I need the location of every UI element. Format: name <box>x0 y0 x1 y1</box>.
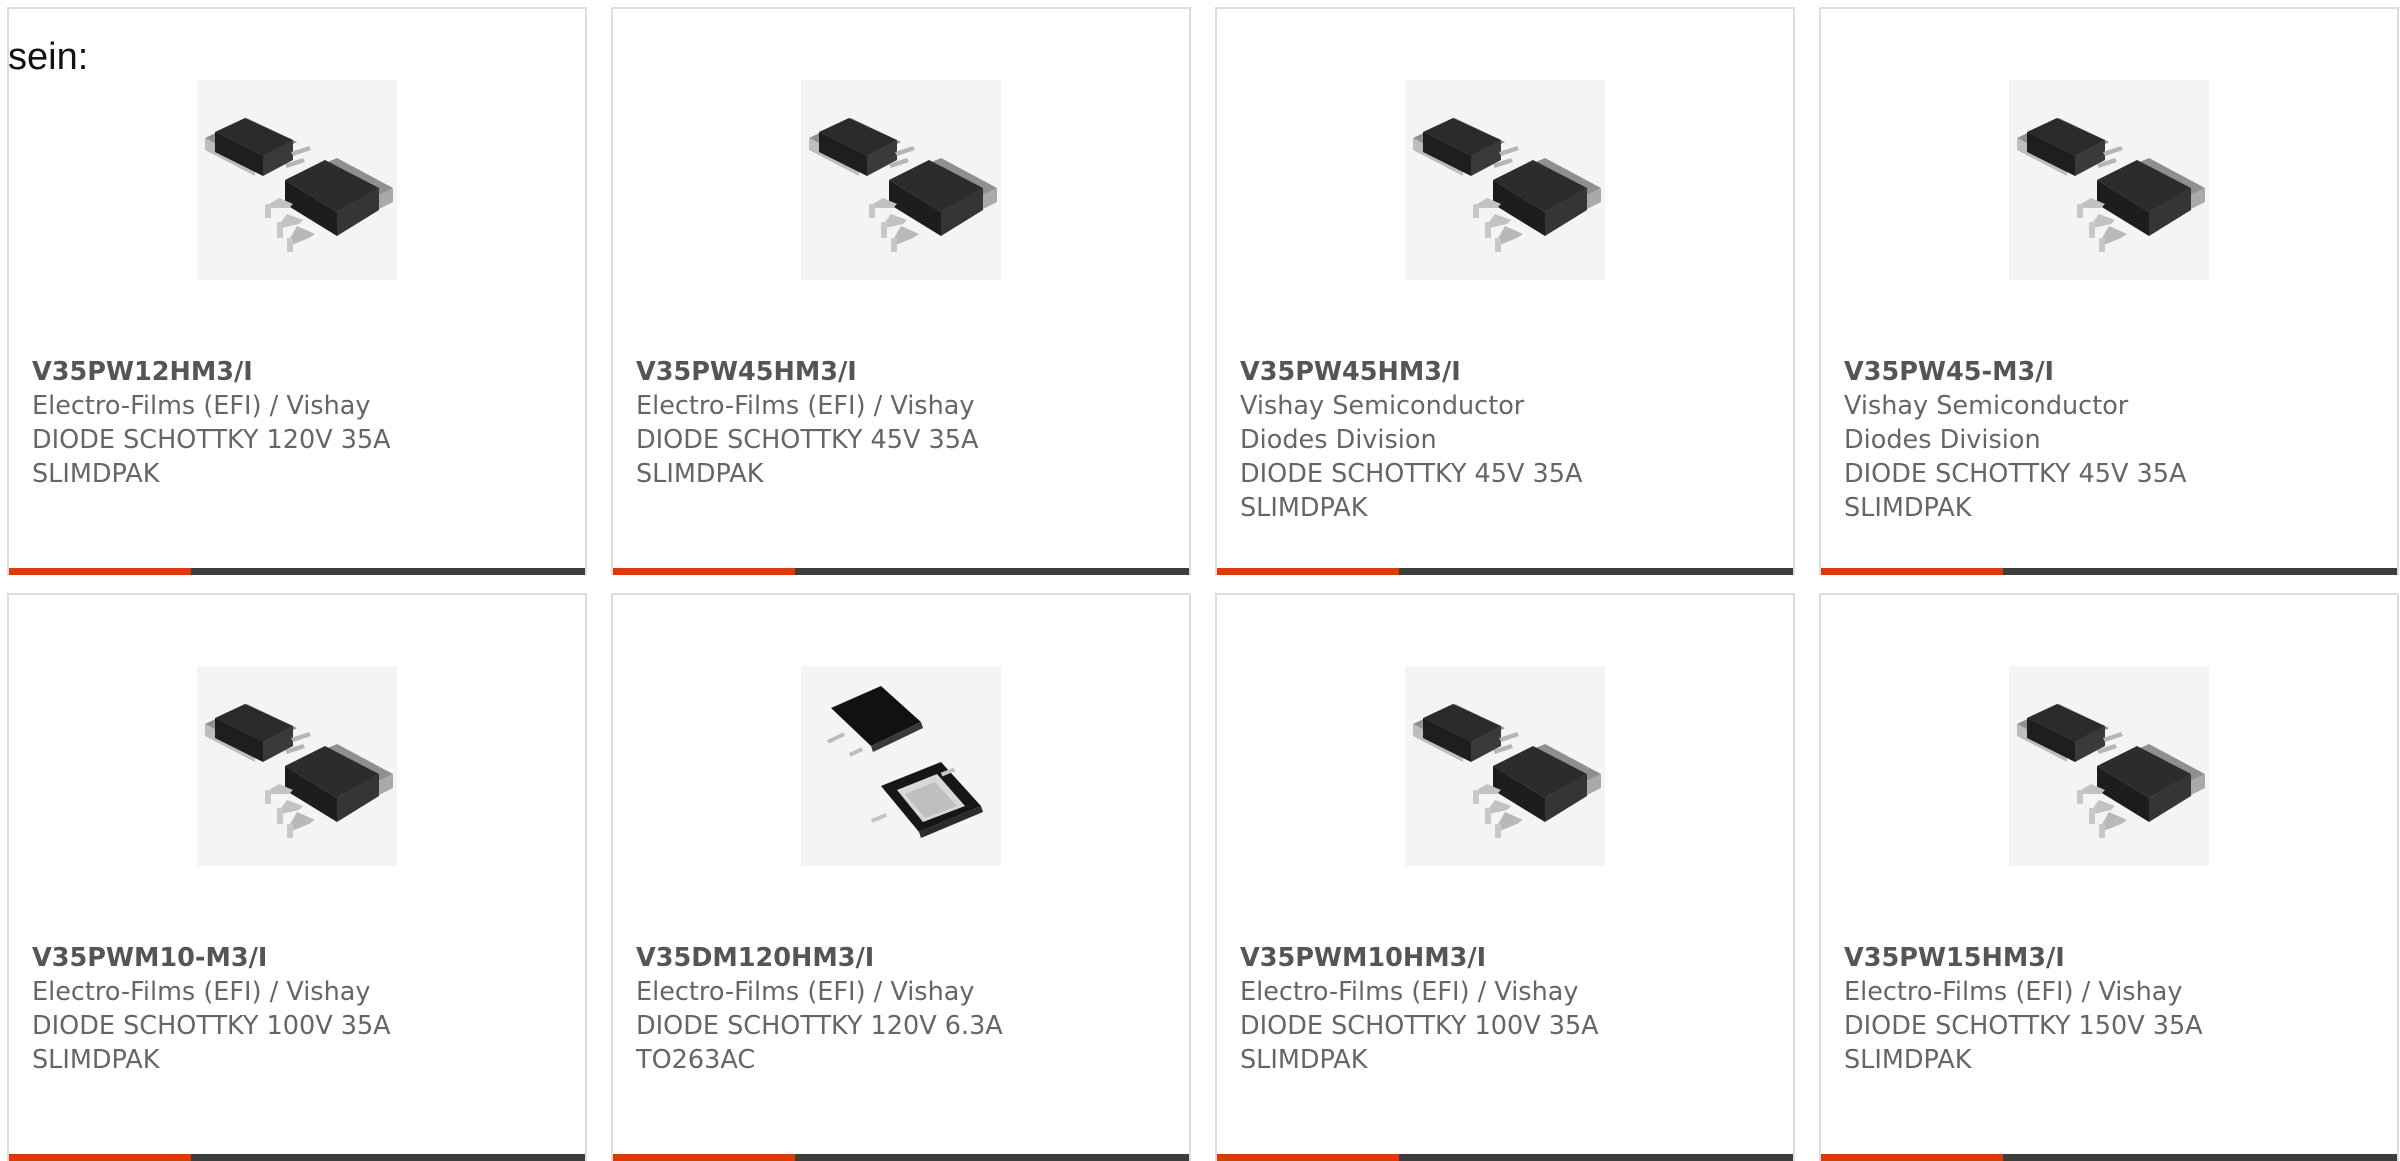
card-bottom-bar <box>613 1154 1189 1161</box>
package-text: SLIMDPAK <box>1844 1045 1972 1075</box>
card-accent-bar <box>613 1154 795 1161</box>
card-bottom-bar <box>9 568 585 575</box>
slimdpak-package-icon[interactable] <box>2009 80 2209 280</box>
intro-text: sein: <box>8 36 89 78</box>
product-card[interactable]: V35PW45-M3/I Vishay Semiconductor Diodes… <box>1819 7 2399 575</box>
part-number-link[interactable]: V35PWM10-M3/I <box>32 941 552 975</box>
package-text: SLIMDPAK <box>636 459 764 489</box>
product-card[interactable]: V35PWM10HM3/I Electro-Films (EFI) / Vish… <box>1215 593 1795 1161</box>
product-grid: V35PW12HM3/I Electro-Films (EFI) / Visha… <box>7 7 2400 1161</box>
package-text: TO263AC <box>636 1045 756 1075</box>
product-card[interactable]: V35PW12HM3/I Electro-Films (EFI) / Visha… <box>7 7 587 575</box>
part-number-link[interactable]: V35PW45-M3/I <box>1844 355 2364 389</box>
slimdpak-package-icon[interactable] <box>1405 666 1605 866</box>
slimdpak-package-icon[interactable] <box>197 80 397 280</box>
manufacturer-text: Electro-Films (EFI) / Vishay <box>32 977 371 1007</box>
description-text: DIODE SCHOTTKY 45V 35A <box>1844 459 2187 489</box>
description-text: DIODE SCHOTTKY 45V 35A <box>1240 459 1583 489</box>
to263ac-package-icon[interactable] <box>801 666 1001 866</box>
package-text: SLIMDPAK <box>32 1045 160 1075</box>
manufacturer-text: Vishay Semiconductor Diodes Division <box>1240 391 1525 455</box>
card-accent-bar <box>1217 1154 1399 1161</box>
manufacturer-text: Electro-Films (EFI) / Vishay <box>1240 977 1579 1007</box>
part-number-link[interactable]: V35PW45HM3/I <box>636 355 1156 389</box>
part-number-link[interactable]: V35PW12HM3/I <box>32 355 552 389</box>
description-text: DIODE SCHOTTKY 120V 35A <box>32 425 391 455</box>
package-text: SLIMDPAK <box>32 459 160 489</box>
card-accent-bar <box>9 1154 191 1161</box>
slimdpak-package-icon[interactable] <box>2009 666 2209 866</box>
part-number-link[interactable]: V35DM120HM3/I <box>636 941 1156 975</box>
product-info: V35PW15HM3/I Electro-Films (EFI) / Visha… <box>1844 941 2364 1077</box>
manufacturer-text: Electro-Films (EFI) / Vishay <box>1844 977 2183 1007</box>
product-card[interactable]: V35PW45HM3/I Vishay Semiconductor Diodes… <box>1215 7 1795 575</box>
product-card[interactable]: V35PW45HM3/I Electro-Films (EFI) / Visha… <box>611 7 1191 575</box>
description-text: DIODE SCHOTTKY 100V 35A <box>1240 1011 1599 1041</box>
product-card[interactable]: V35DM120HM3/I Electro-Films (EFI) / Vish… <box>611 593 1191 1161</box>
manufacturer-text: Electro-Films (EFI) / Vishay <box>636 977 975 1007</box>
part-number-link[interactable]: V35PWM10HM3/I <box>1240 941 1760 975</box>
description-text: DIODE SCHOTTKY 100V 35A <box>32 1011 391 1041</box>
package-text: SLIMDPAK <box>1240 493 1368 523</box>
description-text: DIODE SCHOTTKY 120V 6.3A <box>636 1011 1003 1041</box>
description-text: DIODE SCHOTTKY 150V 35A <box>1844 1011 2203 1041</box>
card-bottom-bar <box>1217 568 1793 575</box>
slimdpak-package-icon[interactable] <box>1405 80 1605 280</box>
card-bottom-bar <box>9 1154 585 1161</box>
manufacturer-text: Vishay Semiconductor Diodes Division <box>1844 391 2129 455</box>
package-text: SLIMDPAK <box>1844 493 1972 523</box>
package-text: SLIMDPAK <box>1240 1045 1368 1075</box>
card-bottom-bar <box>1821 1154 2397 1161</box>
card-accent-bar <box>9 568 191 575</box>
product-info: V35DM120HM3/I Electro-Films (EFI) / Vish… <box>636 941 1156 1077</box>
part-number-link[interactable]: V35PW15HM3/I <box>1844 941 2364 975</box>
product-info: V35PW45-M3/I Vishay Semiconductor Diodes… <box>1844 355 2364 525</box>
card-accent-bar <box>613 568 795 575</box>
slimdpak-package-icon[interactable] <box>801 80 1001 280</box>
product-info: V35PW45HM3/I Electro-Films (EFI) / Visha… <box>636 355 1156 491</box>
manufacturer-text: Electro-Films (EFI) / Vishay <box>636 391 975 421</box>
card-accent-bar <box>1821 1154 2003 1161</box>
product-info: V35PWM10-M3/I Electro-Films (EFI) / Vish… <box>32 941 552 1077</box>
card-accent-bar <box>1217 568 1399 575</box>
card-bottom-bar <box>613 568 1189 575</box>
product-info: V35PW45HM3/I Vishay Semiconductor Diodes… <box>1240 355 1760 525</box>
description-text: DIODE SCHOTTKY 45V 35A <box>636 425 979 455</box>
product-card[interactable]: V35PWM10-M3/I Electro-Films (EFI) / Vish… <box>7 593 587 1161</box>
manufacturer-text: Electro-Films (EFI) / Vishay <box>32 391 371 421</box>
product-card[interactable]: V35PW15HM3/I Electro-Films (EFI) / Visha… <box>1819 593 2399 1161</box>
card-accent-bar <box>1821 568 2003 575</box>
part-number-link[interactable]: V35PW45HM3/I <box>1240 355 1760 389</box>
card-bottom-bar <box>1821 568 2397 575</box>
card-bottom-bar <box>1217 1154 1793 1161</box>
product-info: V35PW12HM3/I Electro-Films (EFI) / Visha… <box>32 355 552 491</box>
slimdpak-package-icon[interactable] <box>197 666 397 866</box>
product-info: V35PWM10HM3/I Electro-Films (EFI) / Vish… <box>1240 941 1760 1077</box>
